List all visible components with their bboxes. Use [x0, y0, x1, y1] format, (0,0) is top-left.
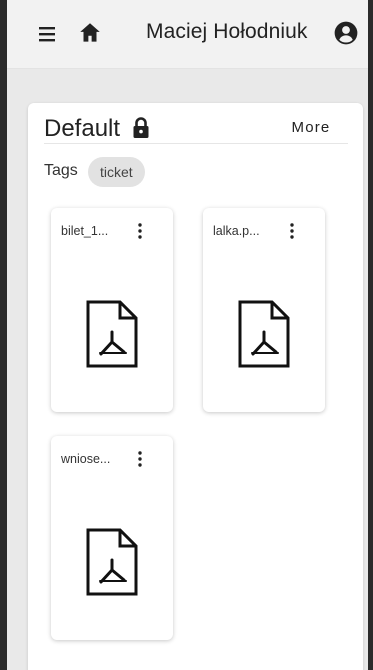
file-card[interactable]: bilet_1...: [51, 208, 173, 412]
more-vert-icon[interactable]: [287, 222, 297, 240]
hamburger-menu-icon[interactable]: [33, 22, 61, 46]
file-card[interactable]: lalka.p...: [203, 208, 325, 412]
app-frame: Maciej Hołodniuk Default More Tags ticke…: [0, 0, 373, 670]
account-circle-icon[interactable]: [333, 20, 359, 46]
more-vert-icon[interactable]: [135, 450, 145, 468]
window-edge-right: [368, 0, 373, 670]
lock-icon: [133, 117, 149, 138]
pdf-file-icon: [86, 300, 138, 368]
pdf-file-icon: [86, 528, 138, 596]
tags-label: Tags: [44, 162, 78, 179]
folder-title: Default: [44, 115, 121, 142]
home-icon[interactable]: [77, 20, 103, 46]
window-edge-left: [0, 0, 7, 670]
file-card[interactable]: wniose...: [51, 436, 173, 640]
file-name: bilet_1...: [61, 224, 109, 238]
more-button[interactable]: More: [282, 116, 340, 140]
more-vert-icon[interactable]: [135, 222, 145, 240]
title-divider: [44, 143, 348, 144]
pdf-file-icon: [238, 300, 290, 368]
tag-chip-ticket[interactable]: ticket: [88, 157, 145, 187]
user-name[interactable]: Maciej Hołodniuk: [146, 20, 308, 44]
file-name: wniose...: [61, 452, 111, 466]
file-name: lalka.p...: [213, 224, 260, 238]
